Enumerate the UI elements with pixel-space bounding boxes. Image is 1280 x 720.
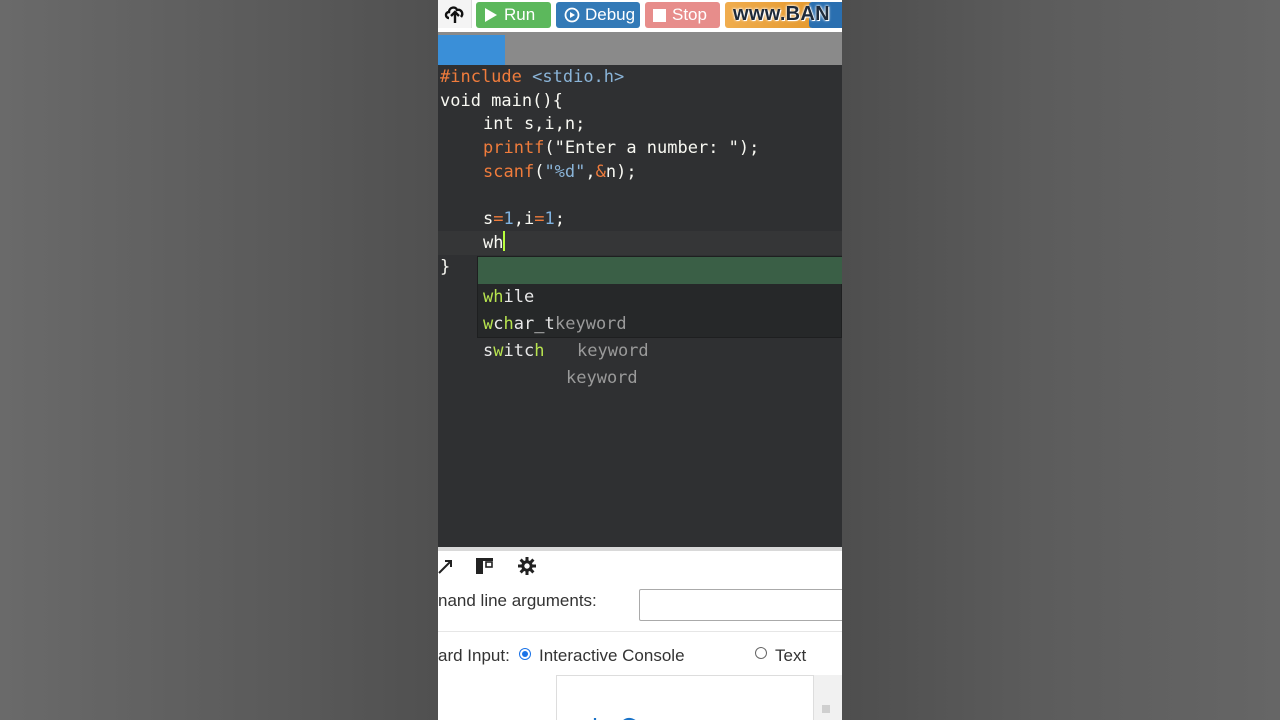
debug-button[interactable]: Debug <box>556 2 640 28</box>
code-editor[interactable]: #include <stdio.h> void main(){ int s,i,… <box>438 65 842 547</box>
debug-label: Debug <box>585 5 636 24</box>
gear-icon[interactable] <box>517 556 537 576</box>
code-line-4: printf("Enter a number: "); <box>483 138 760 158</box>
code-line-3: int s,i,n; <box>483 114 586 134</box>
command-line-arguments-label: nand line arguments: <box>438 591 597 610</box>
play-icon <box>485 8 497 22</box>
panel-divider <box>438 631 842 632</box>
expand-icon[interactable] <box>438 556 456 576</box>
upload-button[interactable] <box>438 0 472 28</box>
autocomplete-item-switch[interactable]: switch keyword <box>478 311 842 388</box>
autocomplete-item-wchar_t[interactable]: wchar_t keyword <box>478 284 842 361</box>
file-tab-strip <box>438 32 842 65</box>
code-line-1: #include <stdio.h> <box>440 67 625 87</box>
debug-icon <box>564 7 580 23</box>
run-label: Run <box>504 5 536 24</box>
brand-logo-icon <box>593 717 636 720</box>
autocomplete-item-while[interactable]: while keyword <box>478 257 842 334</box>
radio-text[interactable] <box>755 647 767 659</box>
code-line-5: scanf("%d",&n); <box>483 162 637 182</box>
background-right <box>842 0 1280 720</box>
layout-icon[interactable] <box>475 556 495 576</box>
autocomplete-popup: while keyword wchar_t keyword switch key… <box>477 256 842 388</box>
panel-toolbar <box>438 551 842 581</box>
toolbar: Run Debug Stop Share www.BAN <box>438 0 842 32</box>
text-option-label: Text <box>775 646 807 665</box>
console-scrollbar[interactable] <box>814 675 842 720</box>
background-left <box>0 0 438 720</box>
app-frame: Run Debug Stop Share www.BAN #include <s… <box>438 0 842 720</box>
run-button[interactable]: Run <box>476 2 551 28</box>
text-cursor <box>503 231 506 251</box>
code-line-9: } <box>440 257 451 277</box>
standard-input-label: ard Input: <box>438 646 510 665</box>
code-line-2: void main(){ <box>440 91 563 111</box>
stop-button[interactable]: Stop <box>645 2 720 28</box>
radio-interactive-console[interactable] <box>519 648 531 660</box>
console-output-area[interactable] <box>556 675 814 720</box>
watermark-text: www.BAN <box>733 3 830 25</box>
code-line-7: s=1,i=1; <box>483 209 565 229</box>
tab-main-file[interactable] <box>438 35 505 65</box>
code-line-8: wh <box>483 231 506 253</box>
interactive-console-label: Interactive Console <box>539 646 685 665</box>
stop-icon <box>653 8 666 22</box>
io-panel: nand line arguments: ard Input: Interact… <box>438 547 842 720</box>
command-line-arguments-input[interactable] <box>639 589 842 621</box>
cloud-upload-icon <box>444 6 463 23</box>
stop-label: Stop <box>672 5 707 24</box>
